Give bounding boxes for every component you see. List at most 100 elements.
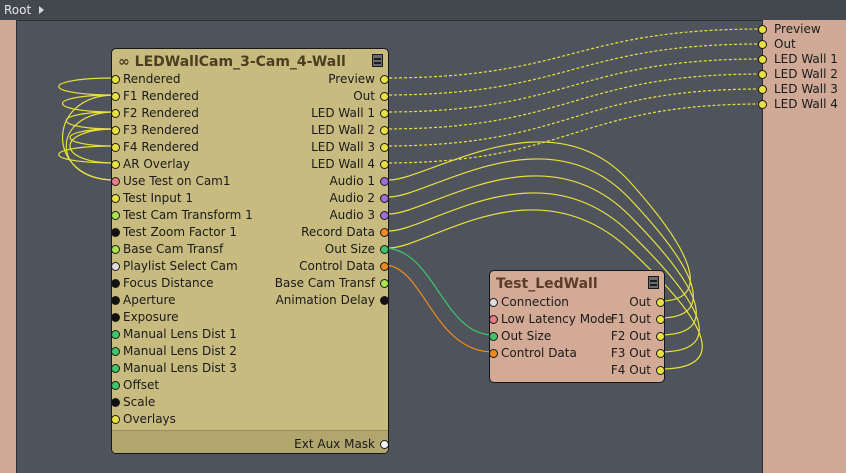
output-label-f3-out: F3 Out xyxy=(610,346,651,360)
node-menu-icon[interactable] xyxy=(372,54,383,67)
input-port-offset[interactable] xyxy=(112,381,120,390)
rail-label-led-wall-2: LED Wall 2 xyxy=(774,67,838,81)
input-port-ar-overlay[interactable] xyxy=(112,160,120,169)
output-label-led-wall-3: LED Wall 3 xyxy=(311,140,375,154)
rail-port-led-wall-2[interactable] xyxy=(758,70,767,79)
output-label-led-wall-1: LED Wall 1 xyxy=(311,106,375,120)
wire-input-loop-3 xyxy=(69,128,116,147)
input-label-use-test-on-cam1: Use Test on Cam1 xyxy=(123,174,231,188)
wire-out-to-rail xyxy=(383,43,763,96)
input-label-focus-distance: Focus Distance xyxy=(123,276,214,290)
input-label-aperture: Aperture xyxy=(123,293,176,307)
input-port-connection[interactable] xyxy=(490,298,498,307)
node-menu-icon[interactable] xyxy=(648,276,659,289)
input-port-manual-lens-dist-1[interactable] xyxy=(112,330,120,339)
output-label-out: Out xyxy=(353,89,375,103)
output-label-f4-out: F4 Out xyxy=(610,363,651,377)
output-port-preview[interactable] xyxy=(380,75,388,84)
input-port-out-size[interactable] xyxy=(490,332,498,341)
rail-port-led-wall-4[interactable] xyxy=(758,100,767,109)
input-port-manual-lens-dist-2[interactable] xyxy=(112,347,120,356)
output-port-f1-out[interactable] xyxy=(656,315,664,324)
wire-input-loop-5 xyxy=(62,94,116,181)
input-port-focus-distance[interactable] xyxy=(112,279,120,288)
output-port-led-wall-4[interactable] xyxy=(380,160,388,169)
output-port-control-data[interactable] xyxy=(380,262,388,271)
output-port-ext-aux-mask[interactable] xyxy=(380,440,388,449)
input-label-test-zoom-factor-1: Test Zoom Factor 1 xyxy=(123,225,238,239)
output-port-led-wall-1[interactable] xyxy=(380,109,388,118)
input-label-low-latency-mode: Low Latency Mode xyxy=(501,312,613,326)
input-label-f2-rendered: F2 Rendered xyxy=(123,106,199,120)
input-port-base-cam-transf[interactable] xyxy=(112,245,120,254)
output-port-audio-2[interactable] xyxy=(380,194,388,203)
input-label-playlist-select-cam: Playlist Select Cam xyxy=(123,259,238,273)
input-port-f3-rendered[interactable] xyxy=(112,126,120,135)
input-label-out-size: Out Size xyxy=(501,329,552,343)
output-port-led-wall-3[interactable] xyxy=(380,143,388,152)
input-port-rendered[interactable] xyxy=(112,75,120,84)
output-port-animation-delay[interactable] xyxy=(380,296,388,305)
input-label-f1-rendered: F1 Rendered xyxy=(123,89,199,103)
breadcrumb[interactable]: Root xyxy=(4,2,45,18)
node-ledwallcam[interactable]: ∞ LEDWallCam_3-Cam_4-Wall Rendered F1 Ren… xyxy=(111,48,389,454)
rail-port-out[interactable] xyxy=(758,40,767,49)
input-port-f1-rendered[interactable] xyxy=(112,92,120,101)
rail-port-preview[interactable] xyxy=(758,25,767,34)
output-label-f1-out: F1 Out xyxy=(610,312,651,326)
node-title: ∞ LEDWallCam_3-Cam_4-Wall xyxy=(118,51,346,73)
input-port-manual-lens-dist-3[interactable] xyxy=(112,364,120,373)
input-port-scale[interactable] xyxy=(112,398,120,407)
output-port-record-data[interactable] xyxy=(380,228,388,237)
rail-label-out: Out xyxy=(774,37,796,51)
input-label-ar-overlay: AR Overlay xyxy=(123,157,191,171)
input-port-use-test-on-cam1[interactable] xyxy=(112,177,120,186)
rail-label-preview: Preview xyxy=(774,22,821,36)
rail-port-led-wall-1[interactable] xyxy=(758,55,767,64)
input-port-exposure[interactable] xyxy=(112,313,120,322)
rail-label-led-wall-3: LED Wall 3 xyxy=(774,82,838,96)
output-label-out: Out xyxy=(629,295,651,309)
output-port-audio-3[interactable] xyxy=(380,211,388,220)
input-label-rendered: Rendered xyxy=(123,72,181,86)
output-label-preview: Preview xyxy=(328,72,375,86)
output-port-led-wall-2[interactable] xyxy=(380,126,388,135)
input-port-playlist-select-cam[interactable] xyxy=(112,262,120,271)
breadcrumb-bar: Root xyxy=(0,0,846,21)
output-label-ext-aux-mask: Ext Aux Mask xyxy=(294,437,375,451)
input-label-offset: Offset xyxy=(123,378,160,392)
output-port-out[interactable] xyxy=(380,92,388,101)
input-port-test-cam-transform-1[interactable] xyxy=(112,211,120,220)
output-port-f4-out[interactable] xyxy=(656,366,664,375)
output-port-audio-1[interactable] xyxy=(380,177,388,186)
output-port-f3-out[interactable] xyxy=(656,349,664,358)
wire-control-data xyxy=(383,264,494,353)
input-port-aperture[interactable] xyxy=(112,296,120,305)
wire-led-wall-1-to-rail xyxy=(383,58,763,113)
node-test-ledwall[interactable]: Test_LedWall Connection Low Latency Mode O… xyxy=(489,270,665,383)
chevron-right-icon[interactable] xyxy=(39,6,45,14)
output-label-record-data: Record Data xyxy=(301,225,375,239)
output-port-out[interactable] xyxy=(656,298,664,307)
input-port-control-data[interactable] xyxy=(490,349,498,358)
input-port-low-latency-mode[interactable] xyxy=(490,315,498,324)
output-label-animation-delay: Animation Delay xyxy=(275,293,375,307)
wire-led-wall-3-to-rail xyxy=(383,88,763,147)
input-rail xyxy=(0,20,17,473)
output-port-f2-out[interactable] xyxy=(656,332,664,341)
wire-preview-to-rail xyxy=(383,28,763,79)
input-port-test-input-1[interactable] xyxy=(112,194,120,203)
output-label-audio-2: Audio 2 xyxy=(329,191,375,205)
output-port-out-size[interactable] xyxy=(380,245,388,254)
rail-port-led-wall-3[interactable] xyxy=(758,85,767,94)
input-label-manual-lens-dist-3: Manual Lens Dist 3 xyxy=(123,361,237,375)
output-port-base-cam-transf[interactable] xyxy=(380,279,388,288)
output-label-control-data: Control Data xyxy=(299,259,375,273)
input-port-test-zoom-factor-1[interactable] xyxy=(112,228,120,237)
input-port-f4-rendered[interactable] xyxy=(112,143,120,152)
link-icon: ∞ xyxy=(118,54,130,70)
input-port-f2-rendered[interactable] xyxy=(112,109,120,118)
input-port-overlays[interactable] xyxy=(112,415,120,424)
wire-out-size xyxy=(383,247,494,336)
breadcrumb-root[interactable]: Root xyxy=(4,3,31,17)
